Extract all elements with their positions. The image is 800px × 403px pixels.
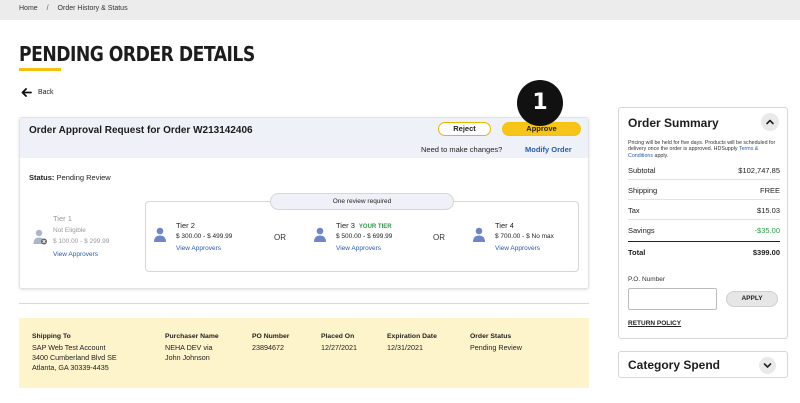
- tier-2-view-approvers-link[interactable]: View Approvers: [176, 245, 221, 252]
- expiration-label: Expiration Date: [387, 333, 437, 340]
- pricing-note-suffix: apply.: [654, 152, 669, 159]
- tier-2-range: $ 300.00 - $ 499.99: [176, 233, 233, 240]
- tax-label: Tax: [628, 206, 640, 215]
- purchaser-line-1: NEHA DEV via: [165, 343, 213, 352]
- approval-title: Order Approval Request for Order W213142…: [29, 125, 253, 136]
- page-title: PENDING ORDER DETAILS: [19, 42, 255, 66]
- shipping-to-line-3: Atlanta, GA 30339-4435: [32, 363, 109, 372]
- back-link[interactable]: Back: [21, 88, 54, 97]
- title-underline: [19, 68, 61, 71]
- breadcrumb-separator: /: [46, 5, 49, 12]
- category-spend-card[interactable]: Category Spend: [618, 351, 788, 378]
- savings-label: Savings: [628, 226, 655, 235]
- purchaser-line-2: John Johnson: [165, 353, 210, 362]
- section-divider: [19, 303, 589, 304]
- total-label: Total: [628, 248, 646, 257]
- step-number-badge: 1: [517, 80, 563, 126]
- tax-row: Tax $15.03: [628, 200, 780, 220]
- shipping-to-line-1: SAP Web Test Account: [32, 343, 106, 352]
- breadcrumb: Home / Order History & Status: [19, 5, 128, 12]
- po-number-label: PO Number: [252, 333, 290, 340]
- expiration-column: Expiration Date 12/31/2021: [387, 333, 437, 353]
- order-status-label: Order Status: [470, 333, 512, 340]
- shipping-label: Shipping: [628, 186, 658, 195]
- your-tier-badge: YOUR TIER: [358, 224, 392, 230]
- back-arrow-icon: [21, 88, 32, 97]
- status-line: Status: Pending Review: [29, 173, 111, 182]
- tier-1-eligibility: Not Eligible: [53, 227, 86, 234]
- expiration-value: 12/31/2021: [387, 343, 423, 352]
- placed-on-value: 12/27/2021: [321, 343, 357, 352]
- reject-button[interactable]: Reject: [438, 122, 491, 136]
- savings-value: -$35.00: [754, 226, 780, 235]
- order-status-column: Order Status Pending Review: [470, 333, 522, 353]
- order-status-value: Pending Review: [470, 343, 522, 352]
- order-summary-card: Order Summary Pricing will be held for f…: [618, 107, 788, 339]
- or-label-2: OR: [433, 233, 445, 242]
- approval-header: Order Approval Request for Order W213142…: [20, 118, 588, 158]
- subtotal-label: Subtotal: [628, 166, 656, 175]
- tier-1-view-approvers-link[interactable]: View Approvers: [53, 251, 98, 258]
- status-value: Pending Review: [56, 173, 111, 182]
- shipping-to-label: Shipping To: [32, 333, 71, 340]
- subtotal-row: Subtotal $102,747.85: [628, 160, 780, 180]
- order-info-bar: Shipping To SAP Web Test Account 3400 Cu…: [19, 318, 589, 388]
- modify-order-link[interactable]: Modify Order: [525, 145, 572, 154]
- review-required-pill: One review required: [270, 193, 454, 210]
- tier-4-range: $ 700.00 - $ No max: [495, 233, 554, 240]
- savings-row: Savings -$35.00: [628, 220, 780, 240]
- tier-4-view-approvers-link[interactable]: View Approvers: [495, 245, 540, 252]
- subtotal-value: $102,747.85: [738, 166, 780, 175]
- or-label-1: OR: [274, 233, 286, 242]
- order-summary-title: Order Summary: [628, 116, 719, 130]
- tier-3-name: Tier 3: [336, 221, 355, 230]
- shipping-row: Shipping FREE: [628, 180, 780, 200]
- user-icon: [314, 227, 326, 242]
- status-label: Status:: [29, 173, 55, 182]
- tier-3-view-approvers-link[interactable]: View Approvers: [336, 245, 381, 252]
- po-number-field-label: P.O. Number: [628, 276, 666, 283]
- return-policy-link[interactable]: RETURN POLICY: [628, 320, 681, 327]
- chevron-up-icon: [766, 119, 774, 125]
- category-spend-title: Category Spend: [628, 358, 721, 372]
- total-value: $399.00: [752, 248, 780, 257]
- placed-on-label: Placed On: [321, 333, 355, 340]
- placed-on-column: Placed On 12/27/2021: [321, 333, 357, 353]
- tier-1-name: Tier 1: [53, 214, 72, 223]
- shipping-value: FREE: [759, 186, 780, 195]
- tier-3-name-row: Tier 3 YOUR TIER: [336, 221, 392, 230]
- changes-prompt: Need to make changes?: [421, 145, 503, 154]
- po-number-column: PO Number 23894672: [252, 333, 289, 353]
- chevron-down-icon: [763, 363, 772, 368]
- expand-category-button[interactable]: [759, 357, 776, 374]
- shipping-to-line-2: 3400 Cumberland Blvd SE: [32, 353, 117, 362]
- tier-2-name: Tier 2: [176, 221, 195, 230]
- user-icon: [154, 227, 166, 242]
- total-row: Total $399.00: [628, 241, 780, 261]
- breadcrumb-current-link[interactable]: Order History & Status: [58, 5, 128, 12]
- user-ineligible-icon: [33, 229, 47, 245]
- user-icon: [473, 227, 485, 242]
- shipping-to-column: Shipping To SAP Web Test Account 3400 Cu…: [32, 333, 117, 373]
- breadcrumb-home-link[interactable]: Home: [19, 5, 38, 12]
- collapse-summary-button[interactable]: [761, 113, 779, 131]
- back-label: Back: [38, 89, 54, 96]
- purchaser-label: Purchaser Name: [165, 333, 219, 340]
- apply-button[interactable]: APPLY: [726, 291, 778, 307]
- tax-value: $15.03: [757, 206, 780, 215]
- approval-card: Order Approval Request for Order W213142…: [19, 117, 589, 289]
- tier-4-name: Tier 4: [495, 221, 514, 230]
- pricing-note: Pricing will be held for five days. Prod…: [628, 140, 780, 159]
- po-number-input[interactable]: [628, 288, 717, 310]
- purchaser-column: Purchaser Name NEHA DEV via John Johnson: [165, 333, 219, 363]
- tier-1-range: $ 100.00 - $ 299.99: [53, 238, 110, 245]
- tier-3-range: $ 500.00 - $ 699.99: [336, 233, 393, 240]
- po-number-value: 23894672: [252, 343, 284, 352]
- breadcrumb-bar: Home / Order History & Status: [0, 0, 800, 20]
